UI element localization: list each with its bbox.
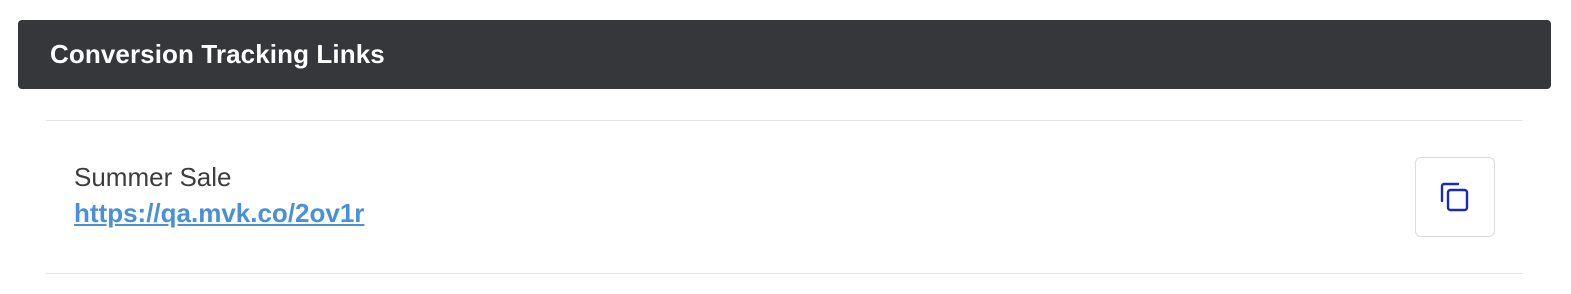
- copy-icon: [1440, 182, 1469, 212]
- copy-button[interactable]: [1415, 157, 1495, 237]
- divider: [46, 273, 1523, 274]
- panel-title: Conversion Tracking Links: [50, 39, 385, 69]
- tracking-link[interactable]: https://qa.mvk.co/2ov1r: [74, 198, 364, 229]
- panel-header: Conversion Tracking Links: [18, 20, 1551, 89]
- list-item: Summer Sale https://qa.mvk.co/2ov1r: [46, 121, 1523, 273]
- link-name: Summer Sale: [74, 162, 232, 192]
